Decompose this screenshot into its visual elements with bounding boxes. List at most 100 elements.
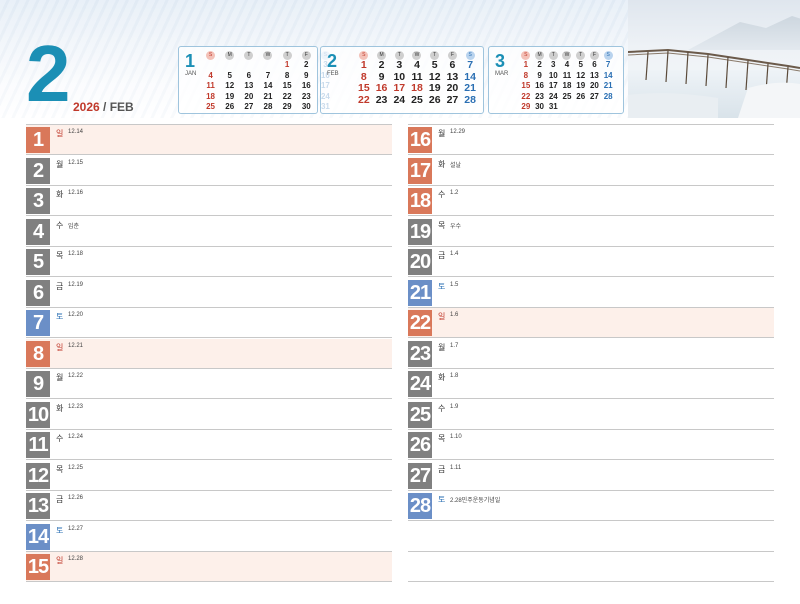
day-row[interactable]: 10 화 12.23 xyxy=(26,400,392,430)
day-number-badge: 9 xyxy=(26,371,50,397)
lunar-date-note: 1.6 xyxy=(450,312,459,318)
day-row[interactable]: 11 수 12.24 xyxy=(26,430,392,460)
weekday-letter: T xyxy=(576,50,586,60)
day-row[interactable]: 4 수 입춘 xyxy=(26,217,392,247)
weekday-label: 금 xyxy=(438,251,446,260)
mini-calendar-date: 28 xyxy=(603,91,613,101)
mini-calendar-date: 23 xyxy=(535,91,545,101)
day-number-badge: 8 xyxy=(26,340,50,367)
mini-calendar-date: 22 xyxy=(358,93,370,106)
day-row[interactable]: 21 토 1.5 xyxy=(408,278,774,308)
mini-calendar-date: 7 xyxy=(605,60,611,69)
day-row[interactable]: 7 토 12.20 xyxy=(26,308,392,338)
mini-calendar-date: 22 xyxy=(521,91,531,101)
day-row[interactable]: 6 금 12.19 xyxy=(26,278,392,308)
day-row[interactable]: 2 월 12.15 xyxy=(26,156,392,186)
day-number-badge: 5 xyxy=(26,249,50,275)
mini-calendar-date xyxy=(201,60,220,71)
day-row[interactable]: 12 목 12.25 xyxy=(26,461,392,491)
day-row[interactable]: 23 월 1.7 xyxy=(408,339,774,369)
year-text: 2026 xyxy=(73,100,100,114)
day-row[interactable]: 9 월 12.22 xyxy=(26,369,392,399)
weekday-label: 목 xyxy=(56,464,64,474)
mini-calendar-date: 4 xyxy=(564,60,570,69)
mini-calendar-date: 17 xyxy=(393,82,406,94)
mini-month-number: 3 xyxy=(495,51,506,71)
weekday-label: 수 xyxy=(56,434,64,443)
mini-calendar-date: 4 xyxy=(414,59,420,71)
day-row[interactable]: 19 목 우수 xyxy=(408,217,774,247)
mini-calendar-date: 26 xyxy=(225,102,235,111)
mini-month-number: 1 xyxy=(185,51,196,71)
weekday-header: S xyxy=(601,50,615,60)
weekday-letter: F xyxy=(589,50,599,60)
mini-calendar-date: 23 xyxy=(301,91,311,101)
day-row[interactable]: 13 금 12.26 xyxy=(26,491,392,521)
day-row[interactable]: 17 화 설날 xyxy=(408,156,774,186)
mini-month-label: MAR xyxy=(495,71,509,77)
day-number-badge: 6 xyxy=(26,279,50,306)
day-row[interactable]: 16 월 12.29 xyxy=(408,125,774,155)
weekday-label: 일 xyxy=(438,312,446,321)
lunar-date-note: 12.21 xyxy=(68,342,84,349)
day-row[interactable]: 8 일 12.21 xyxy=(26,338,392,369)
lunar-date-note: 12.19 xyxy=(68,281,84,288)
day-row[interactable]: 25 수 1.9 xyxy=(408,400,774,430)
mini-calendar-date: 5 xyxy=(431,59,438,71)
weekday-label: 수 xyxy=(438,403,446,413)
lunar-date-note: 12.27 xyxy=(68,525,84,532)
mini-calendar-date: 14 xyxy=(603,70,613,80)
day-row[interactable]: 20 금 1.4 xyxy=(408,247,774,277)
mini-calendar-date: 23 xyxy=(375,93,388,106)
mini-calendar-date: 25 xyxy=(562,91,572,101)
mini-calendar-date: 8 xyxy=(523,70,529,80)
mini-calendar-date: 17 xyxy=(548,81,558,90)
day-number-badge: 1 xyxy=(26,127,50,153)
mini-calendar-date: 12 xyxy=(225,81,235,90)
lunar-date-note: 우수 xyxy=(450,223,462,230)
weekday-label: 화 xyxy=(56,403,64,413)
day-number-badge: 12 xyxy=(26,462,50,489)
mini-calendar-date: 20 xyxy=(589,81,599,90)
day-row[interactable]: 27 금 1.11 xyxy=(408,461,774,491)
day-row[interactable]: 22 일 1.6 xyxy=(408,308,774,338)
day-row[interactable]: 15 일 12.28 xyxy=(26,552,392,582)
empty-row xyxy=(408,552,774,582)
weekday-header: T xyxy=(546,50,560,60)
day-row[interactable]: 1 일 12.14 xyxy=(26,125,392,155)
mini-calendar-date: 9 xyxy=(537,70,542,80)
mini-calendar-date xyxy=(588,102,602,113)
mini-calendar-date: 11 xyxy=(562,70,572,80)
mini-calendar-date: 29 xyxy=(282,102,292,111)
mini-calendar-date xyxy=(574,102,588,113)
weekday-label: 토 xyxy=(56,525,64,535)
day-number-badge: 17 xyxy=(408,157,432,184)
day-number-badge: 15 xyxy=(26,554,50,580)
lunar-date-note: 2.28민주운동기념일 xyxy=(450,498,501,504)
mini-calendar-date: 4 xyxy=(208,70,213,80)
mini-calendar-date xyxy=(560,102,574,113)
empty-row xyxy=(408,522,774,552)
lunar-date-note: 12.24 xyxy=(68,434,84,440)
mini-calendar-date: 31 xyxy=(548,102,558,111)
day-number-badge: 24 xyxy=(408,371,432,397)
day-row[interactable]: 3 화 12.16 xyxy=(26,186,392,216)
day-number-badge: 21 xyxy=(408,279,432,306)
weekday-label: 월 xyxy=(56,159,64,169)
mini-calendar-date xyxy=(601,102,615,113)
weekday-header: T xyxy=(574,50,588,60)
mini-calendar-date: 2 xyxy=(537,60,542,69)
day-row[interactable]: 24 화 1.8 xyxy=(408,369,774,399)
lunar-date-note: 12.20 xyxy=(68,312,84,318)
day-row[interactable]: 5 목 12.18 xyxy=(26,247,392,277)
weekday-label: 화 xyxy=(438,159,446,169)
mini-calendar-date: 1 xyxy=(284,60,290,69)
day-row[interactable]: 14 토 12.27 xyxy=(26,522,392,552)
day-row[interactable]: 26 목 1.10 xyxy=(408,430,774,460)
day-number-badge: 26 xyxy=(408,432,432,458)
day-row[interactable]: 18 수 1.2 xyxy=(408,186,774,216)
mini-calendar-date: 3 xyxy=(551,60,556,69)
weekday-label: 일 xyxy=(56,556,64,565)
day-row[interactable]: 28 토 2.28민주운동기념일 xyxy=(408,491,774,521)
mini-calendar-date: 3 xyxy=(396,59,403,71)
